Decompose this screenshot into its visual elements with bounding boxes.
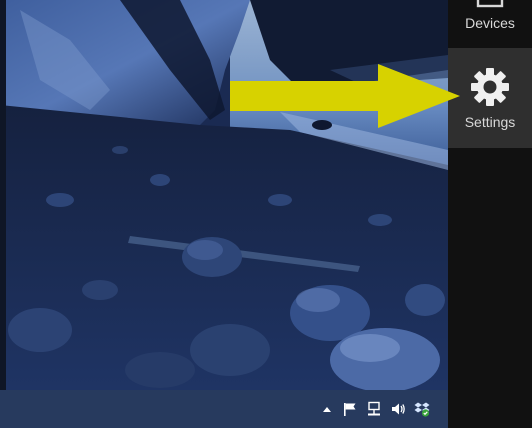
devices-charm[interactable]: Devices <box>448 0 532 48</box>
arrow-right-icon <box>230 64 460 128</box>
action-center-flag-icon[interactable] <box>342 401 358 417</box>
dropbox-icon[interactable] <box>414 401 430 417</box>
network-icon[interactable] <box>366 401 382 417</box>
window-edge <box>0 0 6 428</box>
gear-icon <box>471 68 509 106</box>
devices-label: Devices <box>465 15 515 31</box>
show-hidden-icons-arrow[interactable] <box>319 401 335 417</box>
devices-icon <box>476 0 504 8</box>
volume-icon[interactable] <box>390 401 406 417</box>
